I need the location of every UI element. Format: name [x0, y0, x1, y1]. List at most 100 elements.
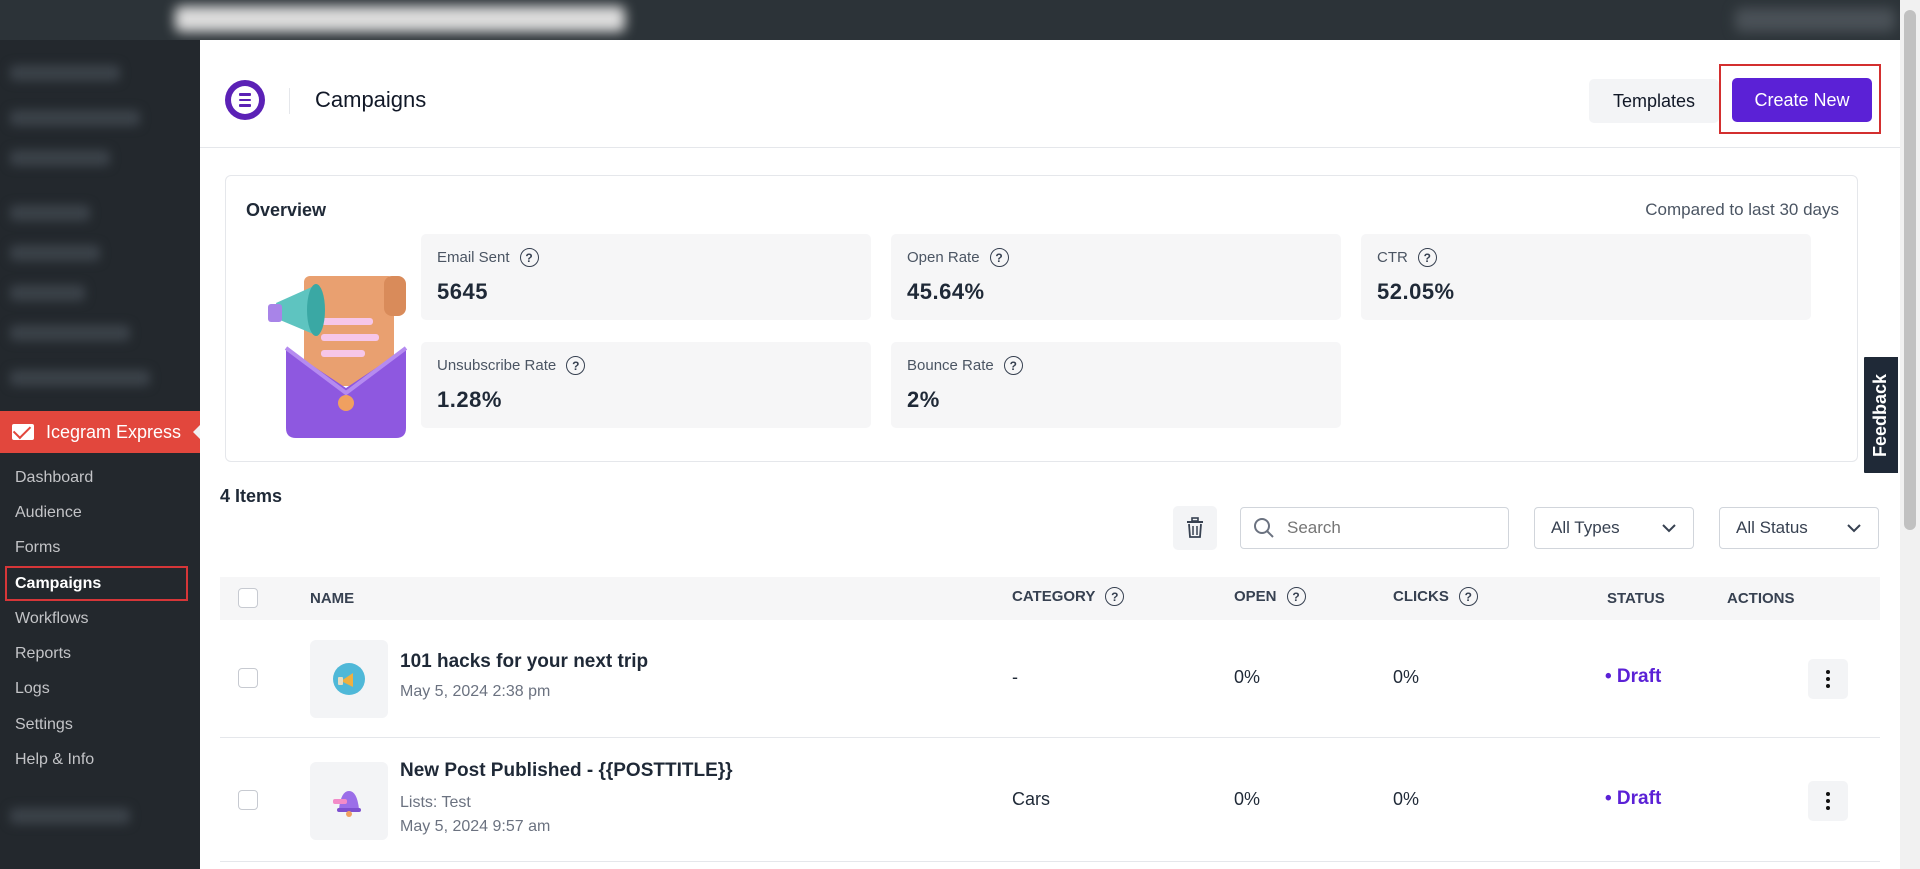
stat-value: 2%: [907, 387, 940, 412]
campaign-name-link[interactable]: New Post Published - {{POSTTITLE}}: [400, 760, 733, 782]
icegram-logo-icon: [225, 80, 265, 120]
status-badge: • Draft: [1605, 788, 1662, 809]
chevron-down-icon: [1662, 524, 1676, 533]
campaign-thumbnail: [310, 640, 388, 718]
sidebar-item-workflows[interactable]: Workflows: [0, 601, 200, 636]
trash-icon: [1187, 517, 1203, 538]
megaphone-bubble-icon: [333, 663, 365, 695]
search-icon: [1254, 518, 1274, 538]
page-scrollbar[interactable]: [1900, 0, 1920, 869]
help-icon[interactable]: ?: [1105, 587, 1125, 606]
stat-label: Unsubscribe Rate: [437, 357, 557, 374]
feedback-tab[interactable]: Feedback: [1862, 355, 1900, 475]
stat-email-sent: Email Sent? 5645: [421, 234, 871, 320]
sidebar-brand-icegram[interactable]: Icegram Express: [0, 411, 201, 453]
stat-value: 5645: [437, 279, 488, 304]
sidebar-item-campaigns[interactable]: Campaigns: [5, 565, 188, 602]
type-filter-select[interactable]: All Types: [1534, 507, 1694, 549]
blurred-menu-item: [10, 808, 130, 824]
main-panel: Campaigns Templates Create New Overview …: [200, 40, 1900, 869]
help-icon[interactable]: ?: [1286, 587, 1306, 606]
sidebar-item-logs[interactable]: Logs: [0, 672, 200, 707]
row-actions-button[interactable]: [1808, 659, 1848, 699]
stat-label: Open Rate: [907, 249, 980, 266]
campaign-lists: Lists: Test: [400, 794, 471, 811]
help-icon[interactable]: ?: [566, 356, 586, 375]
stat-bounce-rate: Bounce Rate? 2%: [891, 342, 1341, 428]
campaigns-table: NAME CATEGORY? OPEN? CLICKS? STATUS ACTI…: [220, 577, 1880, 862]
megaphone-envelope-illustration: [268, 276, 408, 438]
column-clicks: CLICKS?: [1393, 587, 1478, 606]
campaign-date: May 5, 2024 9:57 am: [400, 818, 551, 835]
bulk-delete-button[interactable]: [1173, 506, 1217, 550]
blurred-menu-item: [10, 325, 130, 341]
select-all-checkbox[interactable]: [238, 588, 258, 608]
campaign-open: 0%: [1234, 667, 1261, 687]
row-checkbox[interactable]: [238, 790, 258, 810]
sidebar-item-reports[interactable]: Reports: [0, 636, 200, 671]
bell-notification-icon: [333, 791, 361, 817]
blurred-menu-item: [10, 285, 85, 301]
scrollbar-thumb[interactable]: [1904, 10, 1916, 530]
row-actions-button[interactable]: [1808, 781, 1848, 821]
search-box: [1240, 507, 1509, 549]
stat-value: 1.28%: [437, 387, 502, 412]
stat-label: CTR: [1377, 249, 1408, 266]
sidebar-item-help-info[interactable]: Help & Info: [0, 742, 200, 777]
stat-label: Bounce Rate: [907, 357, 994, 374]
help-icon[interactable]: ?: [519, 248, 539, 267]
table-row: 101 hacks for your next trip May 5, 2024…: [220, 620, 1880, 738]
campaign-name-link[interactable]: 101 hacks for your next trip: [400, 651, 648, 673]
campaign-category: Cars: [1012, 789, 1051, 809]
help-icon[interactable]: ?: [1003, 356, 1023, 375]
items-count: 4 Items: [220, 486, 283, 506]
campaign-category: -: [1012, 667, 1018, 687]
status-badge: • Draft: [1605, 666, 1662, 687]
campaign-thumbnail: [310, 762, 388, 840]
blurred-menu-item: [10, 245, 100, 261]
column-open: OPEN?: [1234, 587, 1306, 606]
page-header: Campaigns Templates Create New: [200, 40, 1900, 148]
plugin-submenu: Dashboard Audience Forms Campaigns Workf…: [0, 460, 200, 778]
campaign-clicks: 0%: [1393, 667, 1420, 687]
create-new-button[interactable]: Create New: [1732, 78, 1872, 122]
brand-label: Icegram Express: [46, 421, 182, 442]
blurred-user-menu: [1735, 8, 1895, 32]
templates-button[interactable]: Templates: [1589, 79, 1719, 123]
admin-bar: [0, 0, 1920, 40]
stat-value: 52.05%: [1377, 279, 1455, 304]
row-checkbox[interactable]: [238, 668, 258, 688]
campaign-open: 0%: [1234, 789, 1261, 809]
campaign-date: May 5, 2024 2:38 pm: [400, 683, 551, 700]
status-filter-select[interactable]: All Status: [1719, 507, 1879, 549]
page-title: Campaigns: [315, 87, 427, 112]
help-icon[interactable]: ?: [989, 248, 1009, 267]
sidebar-item-audience[interactable]: Audience: [0, 495, 200, 530]
stat-unsubscribe-rate: Unsubscribe Rate? 1.28%: [421, 342, 871, 428]
sidebar-item-dashboard[interactable]: Dashboard: [0, 460, 200, 495]
search-input[interactable]: [1287, 518, 1487, 538]
header-divider: [289, 88, 290, 114]
column-actions: ACTIONS: [1727, 590, 1795, 607]
sidebar-item-forms[interactable]: Forms: [0, 531, 200, 566]
chevron-down-icon: [1847, 524, 1861, 533]
help-icon[interactable]: ?: [1458, 587, 1478, 606]
table-row: New Post Published - {{POSTTITLE}} Lists…: [220, 738, 1880, 862]
overview-title: Overview: [246, 200, 327, 220]
help-icon[interactable]: ?: [1417, 248, 1437, 267]
blurred-admin-items: [175, 6, 625, 32]
blurred-menu-item: [10, 370, 150, 386]
select-value: All Types: [1551, 518, 1620, 537]
sidebar-item-settings[interactable]: Settings: [0, 707, 200, 742]
stat-label: Email Sent: [437, 249, 510, 266]
blurred-menu-item: [10, 110, 140, 126]
table-header: NAME CATEGORY? OPEN? CLICKS? STATUS ACTI…: [220, 577, 1880, 620]
column-name: NAME: [310, 590, 355, 607]
blurred-menu-item: [10, 65, 120, 81]
stat-open-rate: Open Rate? 45.64%: [891, 234, 1341, 320]
stat-ctr: CTR? 52.05%: [1361, 234, 1811, 320]
blurred-menu-item: [10, 205, 90, 221]
stat-value: 45.64%: [907, 279, 985, 304]
column-status: STATUS: [1607, 590, 1665, 607]
sidebar-bottom: [0, 790, 200, 869]
